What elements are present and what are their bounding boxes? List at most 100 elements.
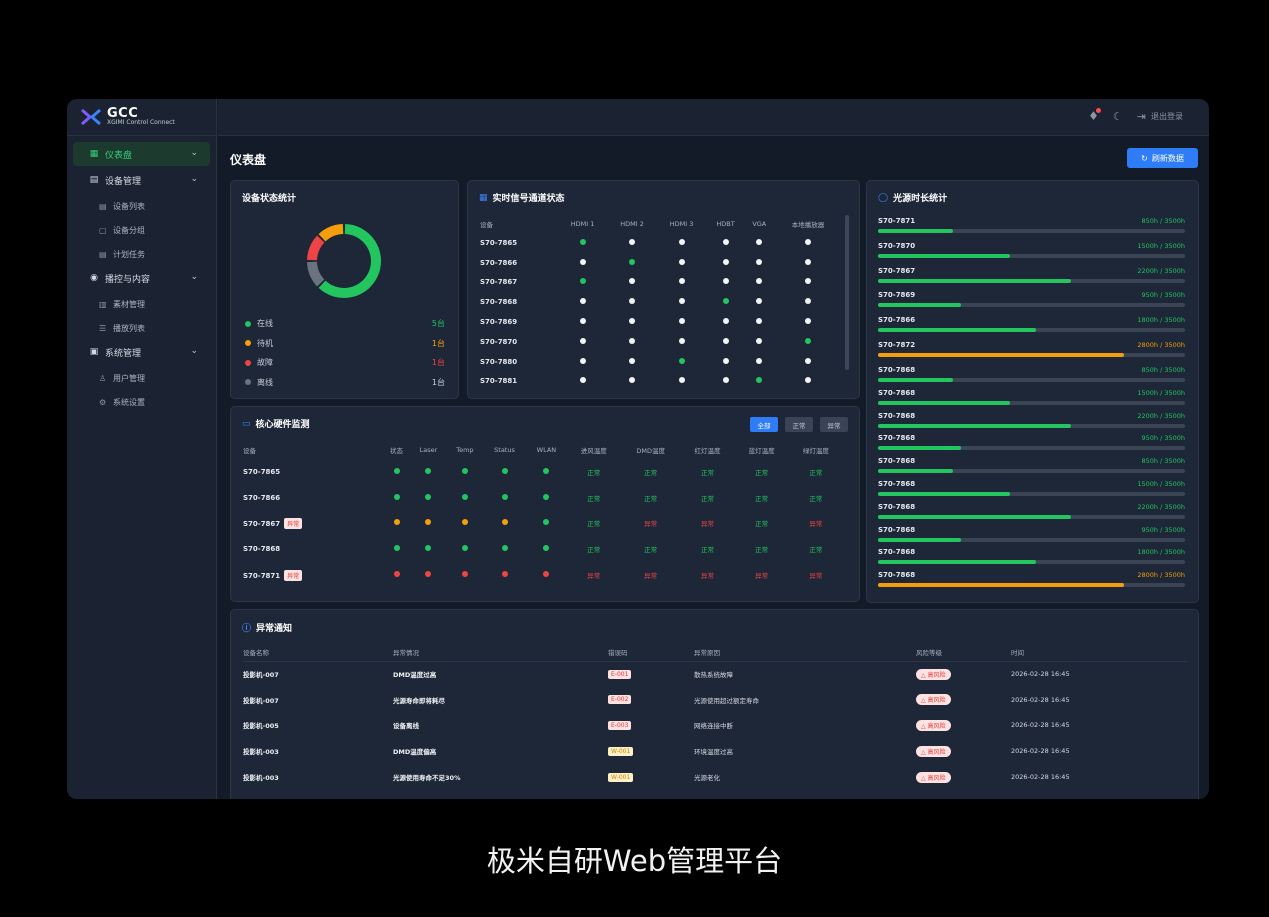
sidebar-subitem-1-1[interactable]: ▢ 设备分组 xyxy=(67,218,216,242)
alert-code-cell: E-003 xyxy=(608,713,694,739)
error-code-badge: W-001 xyxy=(608,746,634,756)
sidebar-subitem-3-1[interactable]: ⚙ 系统设置 xyxy=(67,390,216,414)
signal-cell xyxy=(657,253,706,273)
signal-dot xyxy=(579,377,586,384)
hardware-dot-cell xyxy=(410,459,447,485)
signal-cell xyxy=(607,253,656,273)
sidebar-subitem-3-0[interactable]: ♙ 用户管理 xyxy=(67,366,216,390)
signal-cell xyxy=(745,332,774,352)
status-dot xyxy=(543,519,550,526)
lamp-row: S70-7866 1800h / 3500h xyxy=(878,316,1185,338)
status-dot xyxy=(461,545,468,552)
logo[interactable]: GCC XGIMI Control Connect xyxy=(67,99,216,136)
sidebar-item-2[interactable]: ◉ 播控与内容 ⌄ xyxy=(73,266,210,290)
status-dot xyxy=(543,467,550,474)
lamp-row: S70-7868 850h / 3500h xyxy=(878,457,1185,479)
sidebar-subitem-1-0[interactable]: ▤ 设备列表 xyxy=(67,194,216,218)
risk-badge: △ 高风险 xyxy=(916,771,951,783)
hardware-dot-cell xyxy=(483,459,526,485)
group-icon: ▢ xyxy=(99,225,107,235)
temp-status: 正常 xyxy=(755,520,769,529)
sidebar-subitem-2-0[interactable]: ▥ 素材管理 xyxy=(67,292,216,316)
sidebar-subitem-1-2[interactable]: ▤ 计划任务 xyxy=(67,242,216,266)
bulb-icon: ◯ xyxy=(878,192,889,203)
signal-dot xyxy=(579,258,586,265)
lamp-hours: 1500h / 3500h xyxy=(1137,480,1185,488)
hardware-device-cell: S70-7868 xyxy=(243,536,383,562)
alert-device-name: 投影机-007 xyxy=(243,671,279,680)
sidebar-item-0[interactable]: ▦ 仪表盘 ⌄ xyxy=(73,142,210,166)
signal-device: S70-7869 xyxy=(480,318,518,327)
hardware-dot-cell xyxy=(447,459,483,485)
alert-device-name: 投影机-005 xyxy=(243,722,279,731)
lamp-progress-fill xyxy=(878,446,962,451)
temp-status: 正常 xyxy=(644,546,658,555)
lamp-hours: 950h / 3500h xyxy=(1141,434,1185,443)
topbar: ♦ ☾ ⇥ 退出登录 xyxy=(218,99,1209,136)
lamp-hours: 1800h / 3500h xyxy=(1137,548,1185,557)
temp-status: 正常 xyxy=(587,520,601,529)
lamp-device: S70-7868 xyxy=(878,457,916,466)
lamp-row: S70-7870 1500h / 3500h xyxy=(878,242,1185,264)
sidebar: GCC XGIMI Control Connect ▦ 仪表盘 ⌄ ▤ 设备管理 ⌄ ▤ 设备… xyxy=(67,99,217,799)
logo-title: GCC xyxy=(107,105,139,121)
alert-row: 投影机-003 光源使用寿命不足30% W-001 光源老化 △ 高风险 2026-02-… xyxy=(243,764,1187,790)
status-dot xyxy=(425,545,432,552)
alert-time: 2026-02-28 16:45 xyxy=(1011,747,1070,756)
signal-dot xyxy=(722,318,729,325)
lamp-hours: 2200h / 3500h xyxy=(1137,411,1185,420)
status-dot xyxy=(393,519,400,526)
sidebar-item-1[interactable]: ▤ 设备管理 ⌄ xyxy=(73,168,210,192)
refresh-button[interactable]: ↻ 刷新数据 xyxy=(1127,148,1198,168)
device-status-card: 设备状态统计 在线 5台 待机 1台 故障 1台 离线 1台 xyxy=(230,180,459,399)
alert-reason: 环境温度过高 xyxy=(694,748,733,757)
lamp-device: S70-7868 xyxy=(878,480,916,488)
legend-value: 5台 xyxy=(431,319,445,328)
filter-abnormal-button[interactable]: 异常 xyxy=(820,417,848,432)
bell-icon[interactable]: ♦ xyxy=(1088,108,1101,123)
logout-button[interactable]: ⇥ 退出登录 xyxy=(1137,110,1183,123)
donut-slice-2 xyxy=(307,235,325,261)
lamp-progress-bar xyxy=(878,400,1185,405)
signal-status-title: 实时信号通道状态 xyxy=(492,194,565,204)
signal-col-header: HDMI 2 xyxy=(620,219,644,228)
hardware-dot-cell xyxy=(526,562,567,588)
alert-risk-cell: △ 高风险 xyxy=(916,661,1011,687)
hardware-row: S70-7866 正常 正常 正常 正常 正常 xyxy=(243,485,843,511)
task-icon: ▤ xyxy=(99,249,107,259)
moon-icon[interactable]: ☾ xyxy=(1113,110,1123,123)
hardware-dot-cell xyxy=(447,536,483,562)
temp-status: 正常 xyxy=(809,468,823,477)
lamp-progress-fill xyxy=(878,492,1010,496)
risk-badge: △ 高风险 xyxy=(916,745,951,757)
caption: 极米自研Web管理平台 xyxy=(486,844,783,878)
hardware-dot-cell xyxy=(447,511,483,537)
hardware-dot-cell xyxy=(526,511,567,537)
sidebar-subitem-2-1[interactable]: ☰ 播放列表 xyxy=(67,316,216,340)
signal-device: S70-7866 xyxy=(480,258,518,267)
dashboard-icon: ▦ xyxy=(89,149,99,159)
app-window: GCC XGIMI Control Connect ▦ 仪表盘 ⌄ ▤ 设备管理 ⌄ ▤ 设备… xyxy=(67,99,1209,799)
lamp-hours: 950h / 3500h xyxy=(1141,525,1185,534)
lamp-device: S70-7866 xyxy=(878,316,916,325)
signal-dot xyxy=(722,377,729,384)
filter-normal-button[interactable]: 正常 xyxy=(785,417,813,432)
signal-col-header: HDBT xyxy=(716,219,735,228)
signal-dot xyxy=(629,258,636,265)
sidebar-item-3[interactable]: ▣ 系统管理 ⌄ xyxy=(73,340,210,364)
temp-status: 正常 xyxy=(755,468,769,477)
signal-scrollbar[interactable] xyxy=(845,215,849,370)
hardware-dot-cell xyxy=(410,536,447,562)
filter-all-button[interactable]: 全部 xyxy=(750,417,778,432)
lamp-progress-fill xyxy=(878,514,1071,519)
signal-cell xyxy=(607,332,656,352)
alert-time: 2026-02-28 16:45 xyxy=(1011,773,1070,782)
lamp-row: S70-7868 1500h / 3500h xyxy=(878,480,1185,502)
signal-dot xyxy=(722,278,729,285)
sidebar-subitem-label: 计划任务 xyxy=(113,249,145,259)
temp-status: 正常 xyxy=(587,494,601,503)
alerts-card: ⓘ 异常通知 设备名称 异常情况 错误码 异常原因 风险等级 时间 投影机-007 DMD温… xyxy=(230,609,1199,799)
signal-cell xyxy=(607,233,656,253)
alert-reason: 网络连接中断 xyxy=(694,722,733,731)
sidebar-nav: ▦ 仪表盘 ⌄ ▤ 设备管理 ⌄ ▤ 设备列表 ▢ 设备分组 ▤ 计划任务 ◉ 播控与内容 ⌄ ▥ 素材管理 ☰ 播… xyxy=(67,136,216,414)
